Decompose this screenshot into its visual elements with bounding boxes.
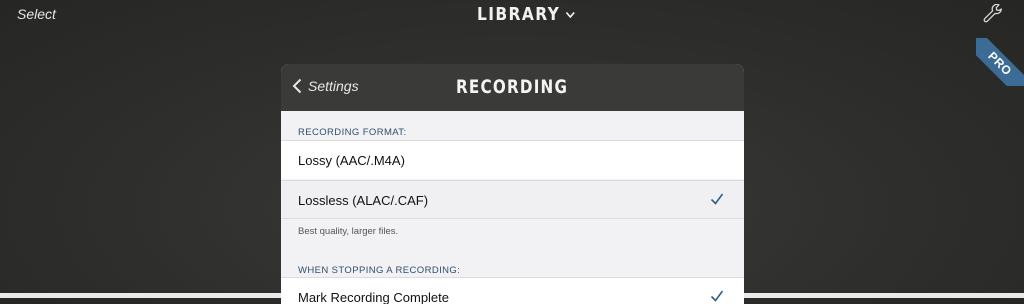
checkmark-icon bbox=[710, 193, 724, 205]
recording-format-header: RECORDING FORMAT: bbox=[298, 127, 407, 138]
option-label: Lossy (AAC/.M4A) bbox=[298, 153, 405, 168]
recording-settings-panel: Settings RECORDING RECORDING FORMAT: Los… bbox=[281, 64, 744, 304]
stopping-header: WHEN STOPPING A RECORDING: bbox=[298, 265, 461, 276]
pro-ribbon: PRO bbox=[976, 38, 1024, 86]
panel-header: Settings RECORDING bbox=[281, 64, 744, 111]
wrench-icon[interactable] bbox=[982, 3, 1004, 31]
format-footnote: Best quality, larger files. bbox=[298, 226, 399, 237]
library-menu-button[interactable]: LIBRARY bbox=[477, 4, 575, 25]
checkmark-icon bbox=[710, 290, 724, 302]
option-lossless[interactable]: Lossless (ALAC/.CAF) bbox=[281, 180, 744, 219]
pro-badge: PRO bbox=[985, 48, 1015, 79]
library-title: LIBRARY bbox=[477, 4, 561, 25]
panel-title: RECORDING bbox=[456, 76, 569, 98]
top-bar: Select LIBRARY bbox=[0, 0, 1024, 30]
option-mark-complete[interactable]: Mark Recording Complete bbox=[281, 277, 744, 304]
chevron-down-icon bbox=[565, 11, 575, 18]
option-lossy[interactable]: Lossy (AAC/.M4A) bbox=[281, 140, 744, 179]
option-label: Lossless (ALAC/.CAF) bbox=[298, 193, 429, 208]
select-button[interactable]: Select bbox=[17, 6, 56, 22]
option-label: Mark Recording Complete bbox=[298, 290, 450, 304]
